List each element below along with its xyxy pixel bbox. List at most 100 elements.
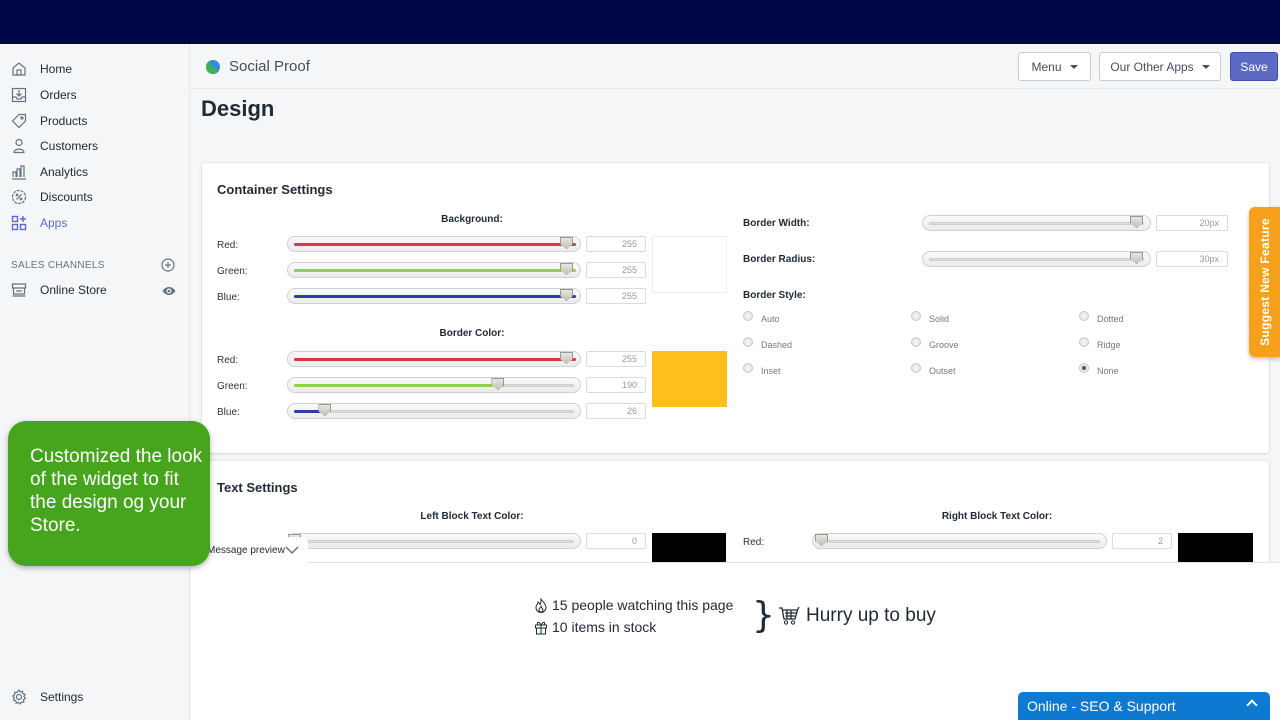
border-color-blue-label: Blue:	[217, 407, 240, 418]
border-style-radio-inset[interactable]	[743, 363, 753, 373]
border-color-title: Border Color:	[439, 328, 505, 339]
brace-divider: }	[752, 595, 775, 636]
sidebar-item-orders[interactable]: Orders	[0, 83, 190, 107]
apps-icon	[10, 214, 28, 232]
gift-icon	[535, 621, 547, 634]
support-label: Online - SEO & Support	[1027, 698, 1176, 714]
sales-channels-header: SALES CHANNELS	[11, 260, 105, 271]
bar-chart-icon	[10, 163, 28, 181]
border-style-radio-ridge[interactable]	[1079, 337, 1089, 347]
other-apps-dropdown[interactable]: Our Other Apps	[1099, 52, 1221, 81]
border-style-label: Border Style:	[743, 290, 806, 301]
sidebar-item-products[interactable]: Products	[0, 109, 190, 133]
app-logo-icon	[205, 59, 221, 75]
caret-down-icon	[1201, 64, 1210, 69]
caret-down-icon	[1069, 64, 1078, 69]
watching-text: 15 people watching this page	[552, 597, 734, 613]
background-blue-slider[interactable]	[287, 288, 581, 304]
border-color-blue-value[interactable]: 26	[586, 403, 646, 419]
gear-icon	[10, 688, 28, 706]
suggest-feature-tab[interactable]: Suggest New Feature	[1249, 207, 1280, 357]
chevron-down-icon	[285, 546, 299, 555]
background-green-value[interactable]: 255	[586, 262, 646, 278]
container-settings-title: Container Settings	[217, 182, 333, 197]
text-settings-title: Text Settings	[217, 480, 298, 495]
border-style-radio-dotted[interactable]	[1079, 311, 1089, 321]
cart-icon	[779, 606, 800, 625]
right-red-value[interactable]: 2	[1112, 533, 1172, 549]
border-style-radio-dashed[interactable]	[743, 337, 753, 347]
border-style-radio-auto[interactable]	[743, 311, 753, 321]
border-style-label-dashed: Dashed	[761, 340, 793, 350]
border-style-radio-none[interactable]	[1079, 363, 1089, 373]
hurry-text: Hurry up to buy	[806, 605, 936, 626]
border-width-slider[interactable]	[922, 215, 1151, 231]
suggest-feature-label: Suggest New Feature	[1257, 218, 1272, 346]
border-style-label-solid: Solid	[929, 314, 950, 324]
border-color-green-label: Green:	[217, 381, 248, 392]
tag-icon	[10, 112, 28, 130]
background-red-label: Red:	[217, 240, 239, 251]
sidebar-item-home[interactable]: Home	[0, 57, 190, 81]
stock-line: 10 items in stock	[534, 619, 656, 635]
border-style-radio-solid[interactable]	[911, 311, 921, 321]
watching-line: 15 people watching this page	[534, 597, 733, 613]
sidebar: Home Orders Products Customers Analytics…	[0, 44, 190, 720]
add-channel-icon[interactable]	[161, 258, 175, 272]
other-apps-label: Our Other Apps	[1110, 59, 1194, 74]
background-green-slider[interactable]	[287, 262, 581, 278]
border-style-label-inset: Inset	[761, 366, 781, 376]
border-style-radio-groove[interactable]	[911, 337, 921, 347]
border-style-label-auto: Auto	[761, 314, 780, 324]
message-preview-toggle[interactable]: Message preview	[200, 537, 308, 563]
background-red-slider[interactable]	[287, 236, 581, 252]
discount-icon	[10, 188, 28, 206]
right-red-label: Red:	[743, 537, 765, 548]
right-block-swatch	[1178, 533, 1253, 563]
preview-tab-label: Message preview	[207, 544, 285, 556]
border-style-label-groove: Groove	[929, 340, 959, 350]
border-color-swatch	[652, 351, 727, 407]
sidebar-item-analytics[interactable]: Analytics	[0, 160, 190, 184]
background-blue-label: Blue:	[217, 292, 240, 303]
support-chat-widget[interactable]: Online - SEO & Support	[1018, 692, 1270, 720]
right-red-slider[interactable]	[812, 533, 1107, 549]
app-title: Social Proof	[229, 58, 310, 75]
border-style-radio-outset[interactable]	[911, 363, 921, 373]
right-block-color-title: Right Block Text Color:	[941, 511, 1053, 522]
menu-label: Menu	[1031, 59, 1062, 74]
background-blue-value[interactable]: 255	[586, 288, 646, 304]
left-block-swatch	[652, 533, 726, 563]
orders-icon	[10, 86, 28, 104]
stock-text: 10 items in stock	[552, 619, 657, 635]
background-green-label: Green:	[217, 266, 248, 277]
border-width-value[interactable]: 20px	[1156, 215, 1228, 231]
border-style-label-none: None	[1097, 366, 1119, 376]
border-color-red-value[interactable]: 255	[586, 351, 646, 367]
feature-callout: Customized the look of the widget to fit…	[8, 421, 210, 566]
sidebar-item-customers[interactable]: Customers	[0, 134, 190, 158]
menu-dropdown[interactable]: Menu	[1018, 52, 1091, 81]
person-icon	[10, 137, 28, 155]
left-red-slider[interactable]	[287, 533, 581, 549]
sidebar-item-settings[interactable]: Settings	[0, 685, 190, 709]
eye-icon[interactable]	[161, 284, 177, 298]
left-block-color-title: Left Block Text Color:	[420, 511, 524, 522]
flame-icon	[535, 597, 547, 613]
border-color-green-slider[interactable]	[287, 377, 581, 393]
home-icon	[10, 60, 28, 78]
border-radius-label: Border Radius:	[743, 254, 816, 265]
border-color-red-slider[interactable]	[287, 351, 581, 367]
border-color-green-value[interactable]: 190	[586, 377, 646, 393]
page-title: Design	[201, 96, 275, 121]
border-style-label-ridge: Ridge	[1097, 340, 1121, 350]
left-red-value[interactable]: 0	[586, 533, 646, 549]
save-button[interactable]: Save	[1230, 52, 1278, 81]
background-swatch	[652, 236, 727, 293]
sidebar-item-apps[interactable]: Apps	[0, 211, 190, 235]
border-color-blue-slider[interactable]	[287, 403, 581, 419]
border-radius-value[interactable]: 30px	[1156, 251, 1228, 267]
border-radius-slider[interactable]	[922, 251, 1151, 267]
background-red-value[interactable]: 255	[586, 236, 646, 252]
sidebar-item-discounts[interactable]: Discounts	[0, 185, 190, 209]
